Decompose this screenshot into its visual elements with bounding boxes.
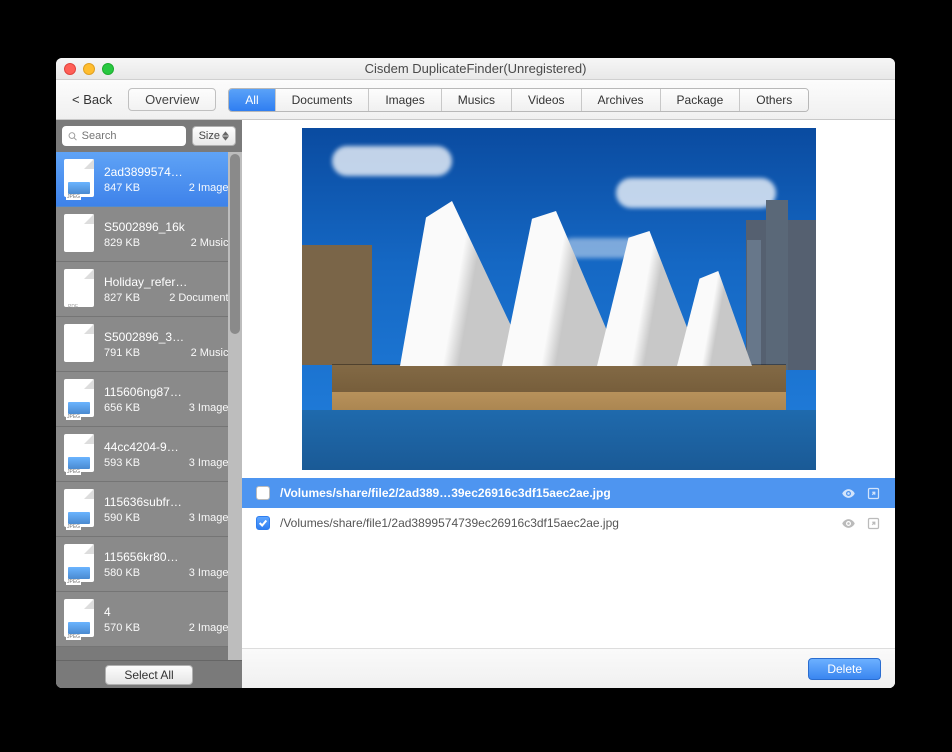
list-item-text: 115656kr80…580 KB3 Images (104, 550, 234, 579)
file-type-icon: JPEG (64, 489, 96, 529)
path-text: /Volumes/share/file2/2ad389…39ec26916c3d… (280, 486, 831, 500)
window-title: Cisdem DuplicateFinder(Unregistered) (56, 61, 895, 76)
close-window-button[interactable] (64, 63, 76, 75)
file-size: 590 KB (104, 512, 140, 524)
file-size: 570 KB (104, 622, 140, 634)
scrollbar-track[interactable] (228, 152, 242, 660)
eye-icon[interactable] (841, 516, 856, 531)
path-checkbox[interactable] (256, 486, 270, 500)
list-item-text: Holiday_refer… 827 KB 2 Documents (104, 275, 234, 304)
minimize-window-button[interactable] (83, 63, 95, 75)
file-name: 44cc4204-9… (104, 440, 234, 454)
reveal-in-finder-icon[interactable] (866, 516, 881, 531)
row-actions (841, 486, 881, 501)
row-actions (841, 516, 881, 531)
preview-image (302, 128, 816, 470)
list-item-text: S5002896_16k829 KB2 Musics (104, 220, 234, 249)
tab-images[interactable]: Images (369, 89, 441, 111)
file-size: 791 KB (104, 347, 140, 359)
traffic-lights (64, 63, 114, 75)
file-type-icon: PDF (64, 269, 96, 309)
sidebar-controls: Size (56, 120, 242, 152)
main-panel: /Volumes/share/file2/2ad389…39ec26916c3d… (242, 120, 895, 688)
file-type-icon: JPEG (64, 159, 96, 199)
list-item-text: S5002896_3…791 KB2 Musics (104, 330, 234, 359)
list-item[interactable]: JPEG115606ng87…656 KB3 Images (56, 372, 242, 427)
title-bar: Cisdem DuplicateFinder(Unregistered) (56, 58, 895, 80)
toolbar: < Back Overview AllDocumentsImagesMusics… (56, 80, 895, 120)
path-text: /Volumes/share/file1/2ad3899574739ec2691… (280, 516, 831, 530)
bottom-bar: Delete (242, 648, 895, 688)
file-size: 847 KB (104, 182, 140, 194)
file-type-icon (64, 214, 96, 254)
file-type-icon (64, 324, 96, 364)
list-item-text: 115636subfr…590 KB3 Images (104, 495, 234, 524)
sort-stepper (222, 131, 229, 141)
file-type-icon: JPEG (64, 379, 96, 419)
file-name: 115636subfr… (104, 495, 234, 509)
tab-archives[interactable]: Archives (582, 89, 661, 111)
list-item-text: 4570 KB2 Images (104, 605, 234, 634)
tab-all[interactable]: All (229, 89, 275, 111)
path-row[interactable]: /Volumes/share/file2/2ad389…39ec26916c3d… (242, 478, 895, 508)
app-window: Cisdem DuplicateFinder(Unregistered) < B… (56, 58, 895, 688)
path-checkbox[interactable] (256, 516, 270, 530)
stepper-down-icon (222, 136, 229, 141)
tab-videos[interactable]: Videos (512, 89, 581, 111)
file-size: 656 KB (104, 402, 140, 414)
path-row[interactable]: /Volumes/share/file1/2ad3899574739ec2691… (242, 508, 895, 538)
delete-button[interactable]: Delete (808, 658, 881, 680)
search-field-wrap (62, 126, 186, 146)
file-count: 2 Documents (169, 292, 234, 304)
list-item[interactable]: S5002896_16k829 KB2 Musics (56, 207, 242, 262)
tab-documents[interactable]: Documents (276, 89, 370, 111)
list-item[interactable]: JPEG2ad3899574…847 KB2 Images (56, 152, 242, 207)
tab-musics[interactable]: Musics (442, 89, 512, 111)
file-size: 827 KB (104, 292, 140, 304)
select-all-button[interactable]: Select All (105, 665, 192, 685)
list-item[interactable]: JPEG44cc4204-9…593 KB3 Images (56, 427, 242, 482)
select-all-bar: Select All (56, 660, 242, 688)
back-button[interactable]: < Back (68, 92, 116, 107)
file-name: S5002896_16k (104, 220, 234, 234)
list-item[interactable]: JPEG4570 KB2 Images (56, 592, 242, 647)
list-item-text: 115606ng87…656 KB3 Images (104, 385, 234, 414)
sort-label: Size (199, 130, 220, 142)
tab-others[interactable]: Others (740, 89, 808, 111)
file-name: 115656kr80… (104, 550, 234, 564)
preview-area (242, 120, 895, 470)
scrollbar-thumb[interactable] (230, 154, 240, 334)
file-name: 115606ng87… (104, 385, 234, 399)
search-icon (68, 131, 78, 142)
file-name: S5002896_3… (104, 330, 234, 344)
overview-button[interactable]: Overview (128, 88, 216, 111)
file-type-icon: JPEG (64, 544, 96, 584)
sort-button[interactable]: Size (192, 126, 236, 146)
reveal-in-finder-icon[interactable] (866, 486, 881, 501)
path-list: /Volumes/share/file2/2ad389…39ec26916c3d… (242, 478, 895, 538)
file-size: 580 KB (104, 567, 140, 579)
file-type-icon: JPEG (64, 434, 96, 474)
list-item[interactable]: JPEG115636subfr…590 KB3 Images (56, 482, 242, 537)
list-item[interactable]: JPEG115656kr80…580 KB3 Images (56, 537, 242, 592)
file-name: 4 (104, 605, 234, 619)
list-item-text: 2ad3899574…847 KB2 Images (104, 165, 234, 194)
list-item-text: 44cc4204-9…593 KB3 Images (104, 440, 234, 469)
list-item[interactable]: PDF Holiday_refer… 827 KB 2 Documents (56, 262, 242, 317)
eye-icon[interactable] (841, 486, 856, 501)
sidebar: Size JPEG2ad3899574…847 KB2 ImagesS50028… (56, 120, 242, 688)
file-name: 2ad3899574… (104, 165, 234, 179)
search-input[interactable] (82, 130, 180, 142)
file-type-icon: JPEG (64, 599, 96, 639)
list-item[interactable]: S5002896_3…791 KB2 Musics (56, 317, 242, 372)
file-name: Holiday_refer… (104, 275, 234, 289)
content-area: Size JPEG2ad3899574…847 KB2 ImagesS50028… (56, 120, 895, 688)
file-size: 593 KB (104, 457, 140, 469)
zoom-window-button[interactable] (102, 63, 114, 75)
category-tabs: AllDocumentsImagesMusicsVideosArchivesPa… (228, 88, 809, 112)
file-size: 829 KB (104, 237, 140, 249)
duplicates-list: JPEG2ad3899574…847 KB2 ImagesS5002896_16… (56, 152, 242, 660)
tab-package[interactable]: Package (661, 89, 741, 111)
